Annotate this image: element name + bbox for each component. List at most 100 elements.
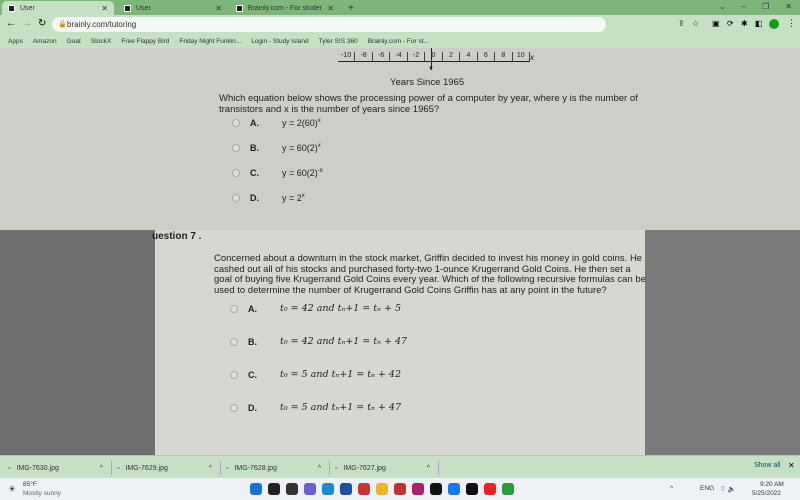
close-icon[interactable]: ✕ (101, 4, 108, 13)
close-icon[interactable]: ✕ (327, 4, 334, 13)
q7-option-c[interactable]: C. t₀ = 5 and tₙ+1 = tₙ + 42 (230, 369, 401, 380)
q7-option-b[interactable]: B. t₀ = 42 and tₙ+1 = tₙ + 47 (230, 336, 407, 347)
file-icon: ▫ (335, 464, 338, 472)
bookmark-tyler-sis[interactable]: Tyler SIS 360 (319, 38, 358, 45)
download-item[interactable]: ▫ IMG-7629.jpg ^ (117, 461, 221, 475)
exponent: x (317, 118, 321, 124)
temperature[interactable]: 85°F (23, 481, 37, 488)
download-item[interactable]: ▫ IMG-7630.jpg ^ (8, 461, 112, 475)
menu-icon[interactable]: ⋮ (787, 18, 796, 29)
bookmark-amazon[interactable]: Amazon (33, 38, 57, 45)
lock-icon: 🔒 (58, 21, 67, 28)
option-equation: y = 60(2)-x (282, 168, 323, 178)
chrome-icon[interactable] (502, 483, 514, 495)
language[interactable]: ENG (700, 485, 714, 492)
address-bar-fill[interactable] (300, 17, 606, 32)
tiktok-icon[interactable] (430, 483, 442, 495)
close-window-icon[interactable]: ✕ (785, 2, 792, 11)
q6-option-b[interactable]: B. y = 60(2)x (232, 143, 321, 153)
option-letter: B. (250, 143, 259, 153)
file-explorer-icon[interactable] (376, 483, 388, 495)
tick-label: -8 (355, 52, 373, 61)
option-letter: C. (250, 168, 259, 178)
extension-icon[interactable]: ▣ (712, 19, 720, 28)
wifi-icon[interactable]: ⌔ 🔈 (720, 484, 736, 493)
sync-icon[interactable]: ⟳ (727, 19, 734, 28)
file-name: IMG-7628.jpg (234, 464, 277, 472)
q6-option-c[interactable]: C. y = 60(2)-x (232, 168, 323, 178)
option-letter: A. (248, 303, 257, 314)
bookmark-study-island[interactable]: Login - Study Island (251, 38, 308, 45)
radio-button[interactable] (232, 169, 240, 177)
minimize-icon[interactable]: – (742, 2, 746, 11)
show-all-button[interactable]: Show all (754, 462, 780, 469)
q6-option-d[interactable]: D. y = 2x (232, 193, 305, 203)
bookmark-stockx[interactable]: StockX (91, 38, 112, 45)
weather-text[interactable]: Mostly sunny (23, 490, 61, 497)
downloads-bar: ▫ IMG-7630.jpg ^ ▫ IMG-7629.jpg ^ ▫ IMG-7628.jp… (0, 455, 800, 478)
bookmark-fnf[interactable]: Friday Night Funkin... (179, 38, 241, 45)
photo-edge-right (645, 230, 800, 455)
bookmark-apps[interactable]: Apps (8, 38, 23, 45)
q7-option-d[interactable]: D. t₀ = 5 and tₙ+1 = tₙ + 47 (230, 402, 401, 413)
download-item[interactable]: ▫ IMG-7628.jpg ^ (226, 461, 330, 475)
netflix-icon[interactable] (466, 483, 478, 495)
download-item[interactable]: ▫ IMG-7627.jpg ^ (335, 461, 439, 475)
start-icon[interactable] (250, 483, 262, 495)
chevron-up-icon[interactable]: ^ (670, 485, 673, 492)
bookmark-flappy-bird[interactable]: Free Flappy Bird (121, 38, 169, 45)
chevron-up-icon[interactable]: ^ (209, 465, 212, 472)
radio-button[interactable] (230, 370, 238, 379)
task-view-icon[interactable] (286, 483, 298, 495)
store-icon[interactable] (340, 483, 352, 495)
restore-icon[interactable]: ❐ (762, 2, 769, 11)
puzzle-icon[interactable]: ✱ (741, 19, 748, 28)
close-icon[interactable]: ✕ (215, 4, 222, 13)
forward-icon[interactable]: → (22, 18, 32, 29)
reload-icon[interactable]: ↻ (38, 18, 46, 29)
tab-user-1[interactable]: User ✕ (2, 1, 114, 15)
new-tab-button[interactable]: + (342, 1, 360, 15)
radio-button[interactable] (230, 304, 238, 313)
option-equation: y = 2(60)x (282, 118, 321, 128)
radio-button[interactable] (230, 337, 238, 346)
radio-button[interactable] (232, 144, 240, 152)
star-icon[interactable]: ☆ (692, 19, 699, 28)
chevron-up-icon[interactable]: ^ (427, 465, 430, 472)
share-icon[interactable]: ⇪ (678, 19, 685, 28)
axis-title: Years Since 1965 (390, 77, 465, 88)
q7-option-a[interactable]: A. t₀ = 42 and tₙ+1 = tₙ + 5 (230, 303, 401, 314)
option-equation: y = 60(2)x (282, 143, 321, 153)
facebook-icon[interactable] (448, 483, 460, 495)
clock-date[interactable]: 5/25/2022 (752, 490, 781, 497)
edge-icon[interactable] (322, 483, 334, 495)
bookmark-brainly[interactable]: Brainly.com - For st... (368, 38, 429, 45)
back-icon[interactable]: ← (6, 18, 16, 29)
option-equation: y = 2x (282, 193, 305, 203)
option-letter: A. (250, 118, 259, 128)
tab-search-icon[interactable]: ⌄ (719, 2, 726, 11)
clock-time[interactable]: 9:20 AM (760, 481, 784, 488)
chevron-up-icon[interactable]: ^ (100, 465, 103, 472)
radio-button[interactable] (232, 194, 240, 202)
chevron-up-icon[interactable]: ^ (318, 465, 321, 472)
app-icon[interactable] (358, 483, 370, 495)
app-icon[interactable] (412, 483, 424, 495)
teams-icon[interactable] (304, 483, 316, 495)
url-text[interactable]: brainly.com/tutoring (67, 20, 136, 29)
tab-brainly[interactable]: Brainly.com - For students. By st...✕ (230, 1, 340, 15)
radio-button[interactable] (232, 119, 240, 127)
app-icon[interactable] (394, 483, 406, 495)
bookmark-goat[interactable]: Goat (67, 38, 81, 45)
close-icon[interactable]: ✕ (788, 461, 795, 470)
search-icon[interactable] (268, 483, 280, 495)
avatar[interactable] (769, 19, 779, 29)
sidepanel-icon[interactable]: ◧ (755, 19, 763, 28)
youtube-music-icon[interactable] (484, 483, 496, 495)
tab-user-2[interactable]: User ✕ (118, 1, 228, 15)
equation-text: y = 60(2) (282, 143, 318, 153)
tick-label: 0 (425, 52, 443, 61)
q6-option-a[interactable]: A. y = 2(60)x (232, 118, 321, 128)
radio-button[interactable] (230, 403, 238, 412)
tick-label: 10 (513, 52, 530, 61)
